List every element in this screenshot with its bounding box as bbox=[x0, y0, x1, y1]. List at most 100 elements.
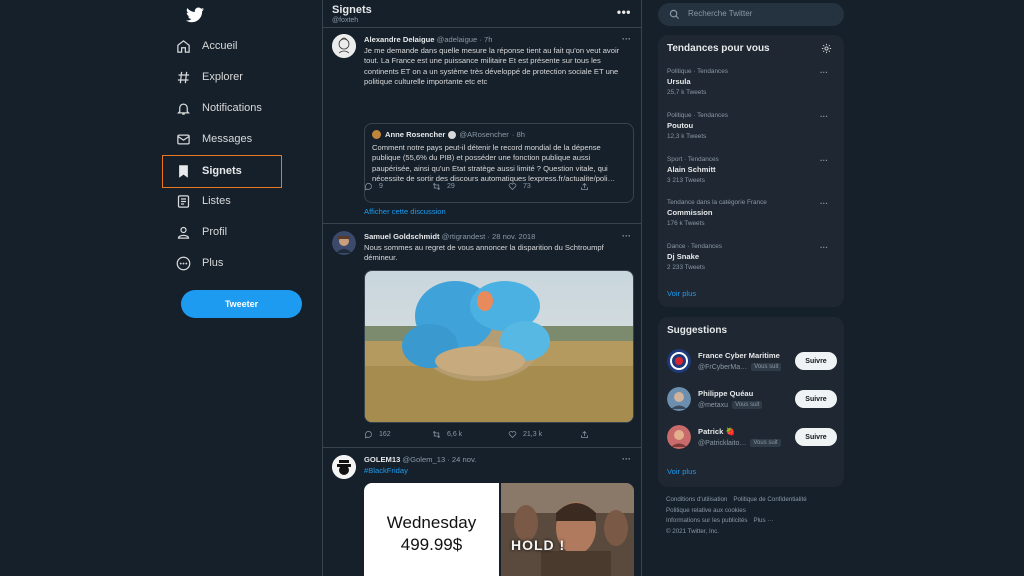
hashtag-link[interactable]: #BlackFriday bbox=[364, 466, 634, 476]
retweet-icon bbox=[432, 430, 441, 439]
author-handle[interactable]: @adelaigue bbox=[437, 35, 478, 44]
trend-count: 25,7 k Tweets bbox=[667, 89, 707, 96]
author-name[interactable]: Samuel Goldschmidt bbox=[364, 232, 440, 241]
author-handle[interactable]: @rtigrandest bbox=[442, 232, 486, 241]
author-name[interactable]: Alexandre Delaigue bbox=[364, 35, 434, 44]
show-thread-link[interactable]: Afficher cette discussion bbox=[364, 207, 446, 216]
page-handle: @foxteh bbox=[332, 17, 359, 24]
avatar[interactable] bbox=[332, 34, 356, 58]
suggestion-item[interactable]: Patrick 🍓 @Patricklaito… Vous suit Suivr… bbox=[667, 425, 837, 451]
reply-button[interactable]: 9 bbox=[364, 182, 383, 191]
heart-icon bbox=[508, 431, 517, 439]
trend-name: Ursula bbox=[667, 77, 691, 86]
avatar[interactable] bbox=[667, 425, 691, 449]
reply-button[interactable]: 162 bbox=[364, 430, 391, 439]
trend-item[interactable]: Dance · Tendances Dj Snake 2 233 Tweets … bbox=[667, 243, 837, 271]
tweet-time[interactable]: · 24 nov. bbox=[447, 455, 476, 464]
nav-item-plus[interactable]: Plus bbox=[176, 249, 223, 277]
follow-button[interactable]: Suivre bbox=[795, 390, 837, 408]
author-handle[interactable]: @Golem_13 bbox=[402, 455, 445, 464]
footer-link[interactable]: Politique de Confidentialité bbox=[733, 496, 806, 503]
trend-item[interactable]: Tendance dans la catégorie France Commis… bbox=[667, 199, 837, 227]
avatar[interactable] bbox=[667, 349, 691, 373]
twitter-bird-icon[interactable] bbox=[186, 7, 204, 23]
tweet-media-image[interactable] bbox=[364, 270, 634, 423]
search-input[interactable]: Recherche Twitter bbox=[658, 3, 844, 26]
follow-button[interactable]: Suivre bbox=[795, 352, 837, 370]
nav-item-accueil[interactable]: Accueil bbox=[176, 32, 237, 60]
tweet-text: Nous sommes au regret de vous annoncer l… bbox=[364, 243, 604, 263]
reply-icon bbox=[364, 183, 372, 191]
like-button[interactable]: 73 bbox=[508, 182, 531, 191]
footer-link[interactable]: Plus ··· bbox=[754, 517, 774, 524]
nav-item-signets[interactable]: Signets bbox=[176, 157, 242, 185]
avatar[interactable] bbox=[332, 231, 356, 255]
share-button[interactable] bbox=[580, 182, 595, 191]
footer-link[interactable]: Conditions d'utilisation bbox=[666, 496, 727, 503]
footer-copyright: © 2021 Twitter, Inc. bbox=[666, 527, 719, 535]
trend-item[interactable]: Politique · Tendances Ursula 25,7 k Twee… bbox=[667, 68, 837, 96]
tweet-more-button[interactable]: ··· bbox=[622, 454, 631, 464]
retweet-button[interactable]: 29 bbox=[432, 182, 455, 191]
suggestion-handle: @Patricklaito… bbox=[698, 439, 747, 447]
suggestions-see-more-link[interactable]: Voir plus bbox=[667, 467, 696, 476]
follows-you-badge: Vous suit bbox=[750, 439, 781, 447]
quote-header: Anne Rosencher @ARosencher · 8h bbox=[372, 130, 525, 139]
trend-item[interactable]: Sport · Tendances Alain Schmitt 3 213 Tw… bbox=[667, 156, 837, 184]
reply-icon bbox=[364, 431, 372, 439]
trend-more-button[interactable]: ··· bbox=[820, 243, 828, 252]
author-name[interactable]: GOLEM13 bbox=[364, 455, 400, 464]
share-icon bbox=[581, 430, 588, 438]
trend-name: Dj Snake bbox=[667, 252, 700, 261]
tweet[interactable]: GOLEM13 @Golem_13 · 24 nov. ··· #BlackFr… bbox=[323, 448, 641, 576]
trend-more-button[interactable]: ··· bbox=[820, 199, 828, 208]
trends-panel: Tendances pour vous Politique · Tendance… bbox=[658, 35, 844, 307]
avatar[interactable] bbox=[667, 387, 691, 411]
tweet-time[interactable]: · 7h bbox=[479, 35, 492, 44]
trend-category: Tendance dans la catégorie France bbox=[667, 199, 767, 206]
meme-image-left[interactable]: Wednesday 499.99$ bbox=[364, 483, 499, 576]
follow-button[interactable]: Suivre bbox=[795, 428, 837, 446]
trend-count: 12,3 k Tweets bbox=[667, 133, 707, 140]
tweet-more-button[interactable]: ··· bbox=[622, 34, 631, 44]
nav-item-explorer[interactable]: Explorer bbox=[176, 63, 243, 91]
suggestion-item[interactable]: France Cyber Maritime @FrCyberMa… Vous s… bbox=[667, 349, 837, 375]
tweet[interactable]: Samuel Goldschmidt @rtigrandest · 28 nov… bbox=[323, 224, 641, 448]
header-more-button[interactable]: ••• bbox=[617, 5, 631, 19]
like-button[interactable]: 21,3 k bbox=[508, 430, 542, 439]
footer-link[interactable]: Informations sur les publicités bbox=[666, 517, 748, 524]
suggestion-name: France Cyber Maritime bbox=[698, 351, 780, 360]
retweet-count: 6,6 k bbox=[447, 431, 463, 438]
trends-see-more-link[interactable]: Voir plus bbox=[667, 289, 696, 298]
meme-text: Wednesday bbox=[386, 513, 477, 532]
tweet-actions: 9 29 73 bbox=[364, 182, 594, 194]
nav-item-profil[interactable]: Profil bbox=[176, 218, 227, 246]
trend-more-button[interactable]: ··· bbox=[820, 68, 828, 77]
bell-icon bbox=[176, 103, 191, 115]
nav-item-messages[interactable]: Messages bbox=[176, 125, 252, 153]
trend-more-button[interactable]: ··· bbox=[820, 156, 828, 165]
tweet-more-button[interactable]: ··· bbox=[622, 231, 631, 241]
nav-item-listes[interactable]: Listes bbox=[176, 187, 231, 215]
tweet[interactable]: Alexandre Delaigue @adelaigue · 7h ··· J… bbox=[323, 28, 641, 224]
share-button[interactable] bbox=[580, 430, 595, 439]
tweet-button[interactable]: Tweeter bbox=[181, 290, 302, 318]
meme-image-right[interactable]: HOLD ! bbox=[501, 483, 634, 576]
more-circle-icon bbox=[176, 256, 191, 270]
nav-item-notifications[interactable]: Notifications bbox=[176, 94, 262, 122]
footer-link[interactable]: Politique relative aux cookies bbox=[666, 507, 746, 514]
tweet-time[interactable]: · 28 nov. 2018 bbox=[487, 232, 535, 241]
nav-label: Plus bbox=[202, 257, 224, 269]
footer: Conditions d'utilisation Politique de Con… bbox=[666, 495, 842, 537]
quote-author-name: Anne Rosencher bbox=[385, 130, 446, 139]
main-header: Signets @foxteh ••• bbox=[323, 0, 641, 28]
retweet-button[interactable]: 6,6 k bbox=[432, 430, 462, 439]
avatar[interactable] bbox=[332, 455, 356, 479]
tweet-media-grid[interactable]: Wednesday 499.99$ HOLD ! bbox=[364, 483, 634, 576]
nav-label: Notifications bbox=[202, 102, 262, 114]
gear-icon[interactable] bbox=[821, 43, 832, 54]
trend-more-button[interactable]: ··· bbox=[820, 112, 828, 121]
suggestion-item[interactable]: Philippe Quéau @metaxu Vous suit Suivre bbox=[667, 387, 837, 413]
quote-text: Comment notre pays peut-il détenir le re… bbox=[372, 143, 616, 184]
trend-item[interactable]: Politique · Tendances Poutou 12,3 k Twee… bbox=[667, 112, 837, 140]
